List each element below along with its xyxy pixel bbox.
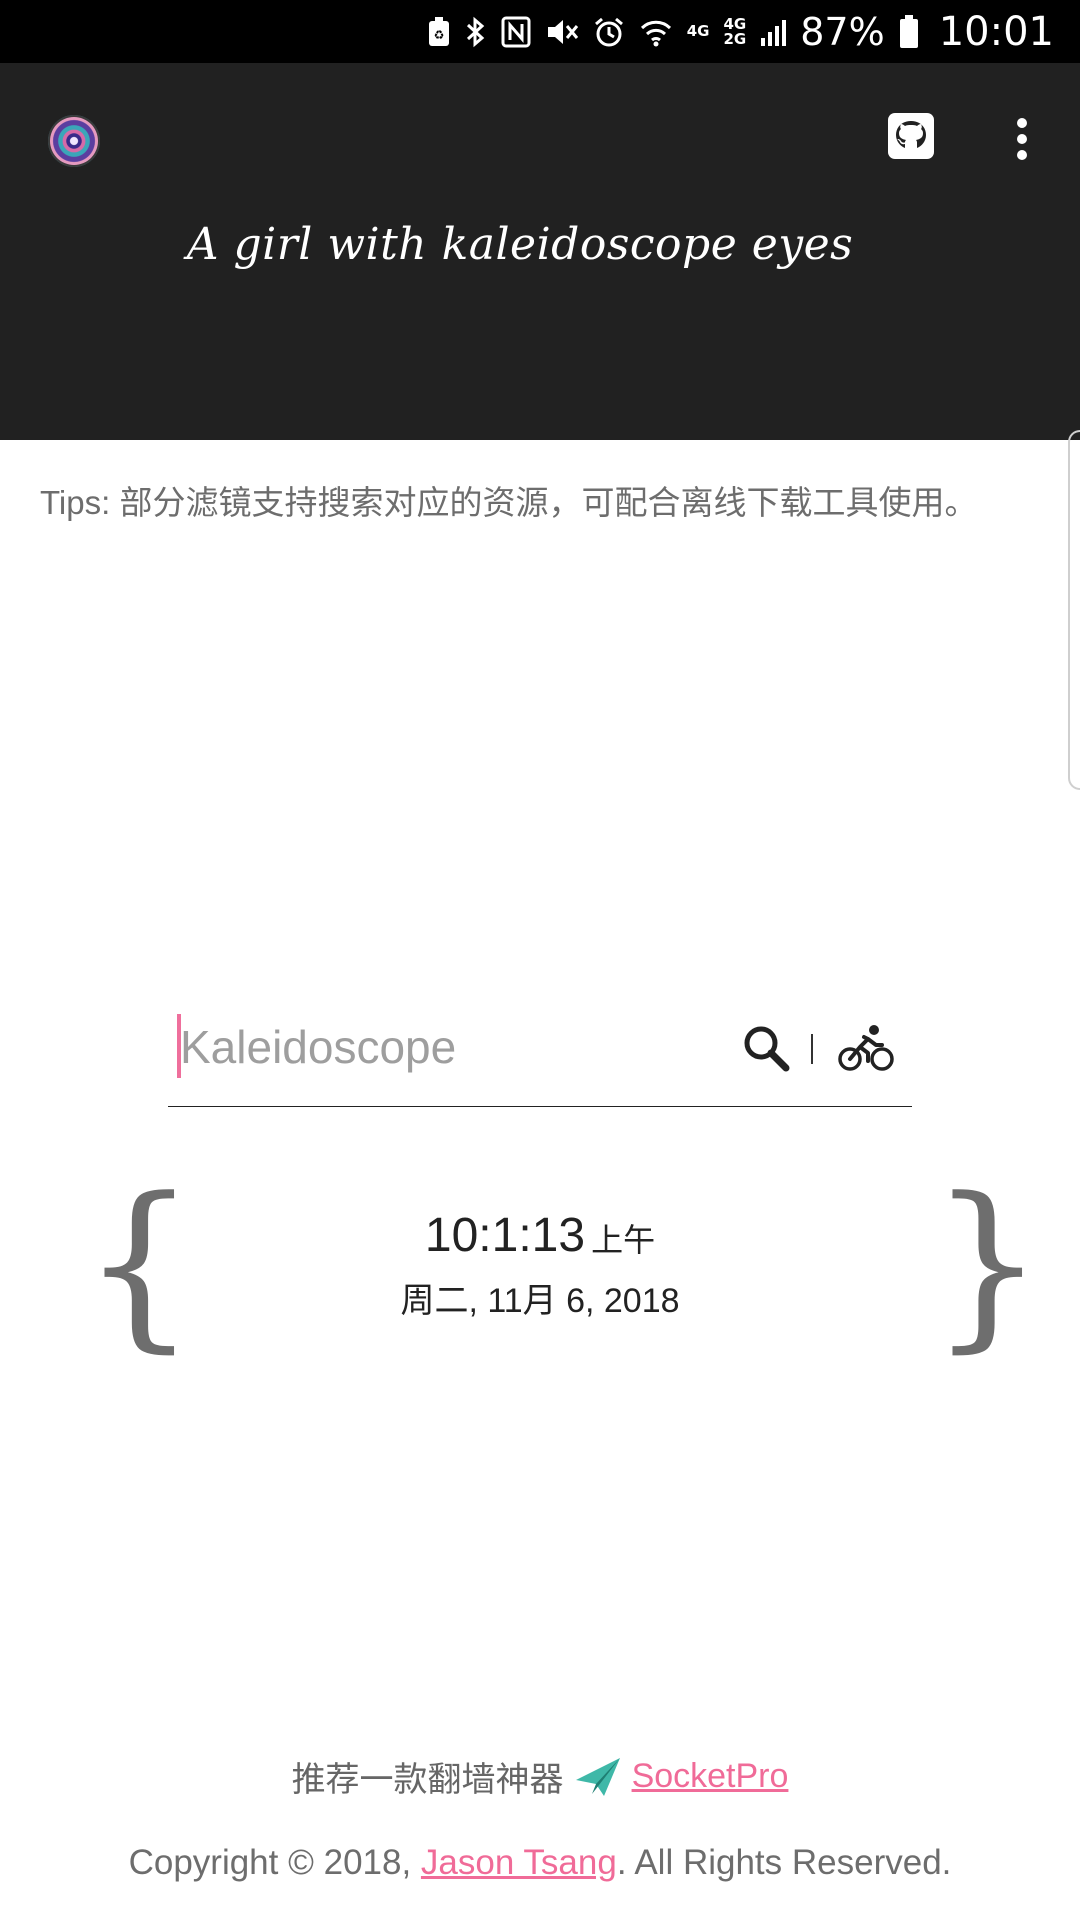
right-brace: } bbox=[930, 1160, 1045, 1369]
copyright: Copyright © 2018, Jason Tsang. All Right… bbox=[0, 1843, 1080, 1883]
search-button[interactable] bbox=[736, 1018, 796, 1078]
search-input[interactable] bbox=[180, 1012, 740, 1082]
svg-text:♻: ♻ bbox=[433, 28, 444, 42]
promo-line: 推荐一款翻墙神器 SocketPro bbox=[0, 1752, 1080, 1801]
app-header: A girl with kaleidoscope eyes bbox=[0, 63, 1080, 440]
tips-text: Tips: 部分滤镜支持搜索对应的资源，可配合离线下载工具使用。 bbox=[40, 484, 978, 521]
mute-icon bbox=[545, 16, 579, 48]
bicycle-icon bbox=[838, 1025, 894, 1071]
more-vert-icon bbox=[1017, 118, 1027, 160]
search-icon bbox=[744, 1026, 790, 1072]
bicycle-button[interactable] bbox=[834, 1018, 898, 1078]
alarm-icon bbox=[593, 16, 625, 48]
battery-icon bbox=[899, 14, 919, 49]
edge-panel-handle[interactable] bbox=[1068, 430, 1080, 790]
search-bar bbox=[168, 1000, 912, 1107]
clock-time: 10:1:13 bbox=[424, 1209, 586, 1262]
github-icon bbox=[888, 113, 934, 159]
bluetooth-icon bbox=[465, 16, 487, 48]
github-button[interactable] bbox=[886, 111, 936, 161]
status-bar: ♻ 4G 4G 2G 87% 10:01 bbox=[0, 0, 1080, 63]
copyright-suffix: . All Rights Reserved. bbox=[616, 1843, 952, 1882]
left-brace: { bbox=[82, 1160, 197, 1369]
more-options-button[interactable] bbox=[1002, 111, 1042, 167]
status-clock: 10:01 bbox=[938, 8, 1054, 55]
author-link[interactable]: Jason Tsang bbox=[421, 1843, 617, 1882]
paper-plane-icon bbox=[575, 1757, 620, 1796]
battery-percent: 87% bbox=[800, 9, 885, 54]
signal-icon bbox=[760, 18, 787, 46]
promo-text: 推荐一款翻墙神器 bbox=[291, 1761, 564, 1799]
clock-ampm: 上午 bbox=[591, 1222, 656, 1258]
network-4g-label: 4G bbox=[686, 22, 710, 40]
clock-time-row: 10:1:13 上午 bbox=[0, 1208, 1080, 1263]
network-2g-label: 2G bbox=[723, 29, 747, 48]
battery-saver-icon: ♻ bbox=[427, 16, 451, 47]
wifi-icon bbox=[639, 16, 673, 48]
clock-date: 周二, 11月 6, 2018 bbox=[400, 1282, 680, 1320]
copyright-prefix: Copyright © 2018, bbox=[128, 1843, 421, 1882]
nfc-icon bbox=[501, 16, 531, 48]
app-title: A girl with kaleidoscope eyes bbox=[186, 219, 854, 270]
socketpro-link[interactable]: SocketPro bbox=[632, 1757, 789, 1796]
search-divider bbox=[811, 1034, 813, 1064]
network-dual-label: 4G 2G bbox=[723, 16, 747, 48]
kaleidoscope-logo-icon[interactable] bbox=[48, 115, 100, 167]
